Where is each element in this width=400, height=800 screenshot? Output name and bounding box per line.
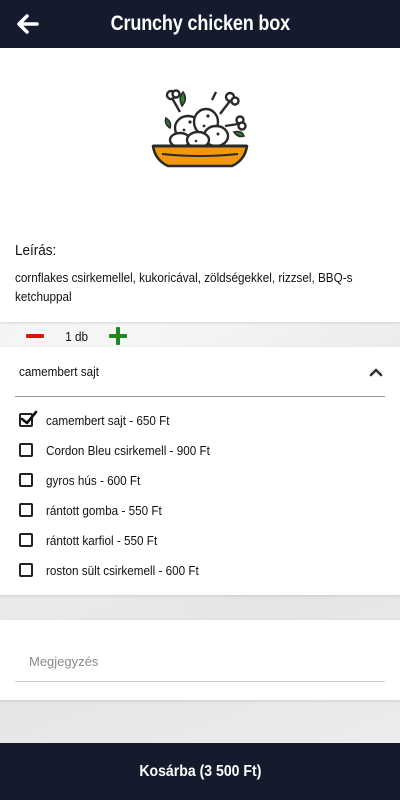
option-label: gyros hús - 600 Ft bbox=[46, 472, 141, 488]
checkbox[interactable] bbox=[19, 533, 33, 547]
quantity-value: 1 db bbox=[65, 328, 89, 344]
option-label: camembert sajt - 650 Ft bbox=[46, 412, 170, 428]
increase-quantity-button[interactable] bbox=[105, 324, 131, 348]
option-item[interactable]: gyros hús - 600 Ft bbox=[19, 465, 228, 495]
arrow-left-icon bbox=[17, 14, 39, 34]
options-dropdown-header[interactable]: camembert sajt bbox=[15, 347, 385, 397]
description-text: cornflakes csirkemellel, kukoricával, zö… bbox=[15, 270, 353, 304]
note-card bbox=[0, 620, 400, 700]
option-label: rántott gomba - 550 Ft bbox=[46, 502, 162, 518]
option-item[interactable]: rántott karfiol - 550 Ft bbox=[19, 525, 228, 555]
option-label: roston sült csirkemell - 600 Ft bbox=[46, 562, 199, 578]
options-card: camembert sajt camembert sajt - 650 Ft C… bbox=[0, 347, 400, 595]
page-title: Crunchy chicken box bbox=[110, 12, 290, 35]
description-label: Leírás: bbox=[15, 242, 57, 259]
checkbox[interactable] bbox=[19, 503, 33, 517]
chevron-up-icon bbox=[369, 368, 383, 377]
option-item[interactable]: camembert sajt - 650 Ft bbox=[19, 405, 228, 435]
chicken-bowl-icon bbox=[151, 89, 249, 168]
option-item[interactable]: roston sült csirkemell - 600 Ft bbox=[19, 555, 228, 585]
checkbox[interactable] bbox=[19, 473, 33, 487]
checkbox[interactable] bbox=[19, 563, 33, 577]
checkbox-checked[interactable] bbox=[19, 410, 38, 427]
option-item[interactable]: rántott gomba - 550 Ft bbox=[19, 495, 228, 525]
options-selected-label: camembert sajt bbox=[19, 364, 99, 379]
option-label: rántott karfiol - 550 Ft bbox=[46, 532, 158, 548]
add-to-cart-button[interactable]: Kosárba (3 500 Ft) bbox=[0, 743, 400, 800]
checkbox[interactable] bbox=[19, 443, 33, 457]
options-list: camembert sajt - 650 Ft Cordon Bleu csir… bbox=[19, 405, 228, 585]
option-item[interactable]: Cordon Bleu csirkemell - 900 Ft bbox=[19, 435, 228, 465]
minus-icon bbox=[26, 334, 44, 338]
checkmark-icon bbox=[20, 410, 38, 425]
quantity-stepper: 1 db bbox=[22, 324, 131, 348]
note-input[interactable] bbox=[15, 642, 385, 682]
option-label: Cordon Bleu csirkemell - 900 Ft bbox=[46, 442, 210, 458]
decrease-quantity-button[interactable] bbox=[22, 324, 48, 348]
back-button[interactable] bbox=[14, 10, 42, 38]
product-card: Leírás: cornflakes csirkemellel, kukoric… bbox=[0, 48, 400, 345]
app-header: Crunchy chicken box bbox=[0, 0, 400, 48]
add-to-cart-label: Kosárba (3 500 Ft) bbox=[138, 762, 262, 780]
